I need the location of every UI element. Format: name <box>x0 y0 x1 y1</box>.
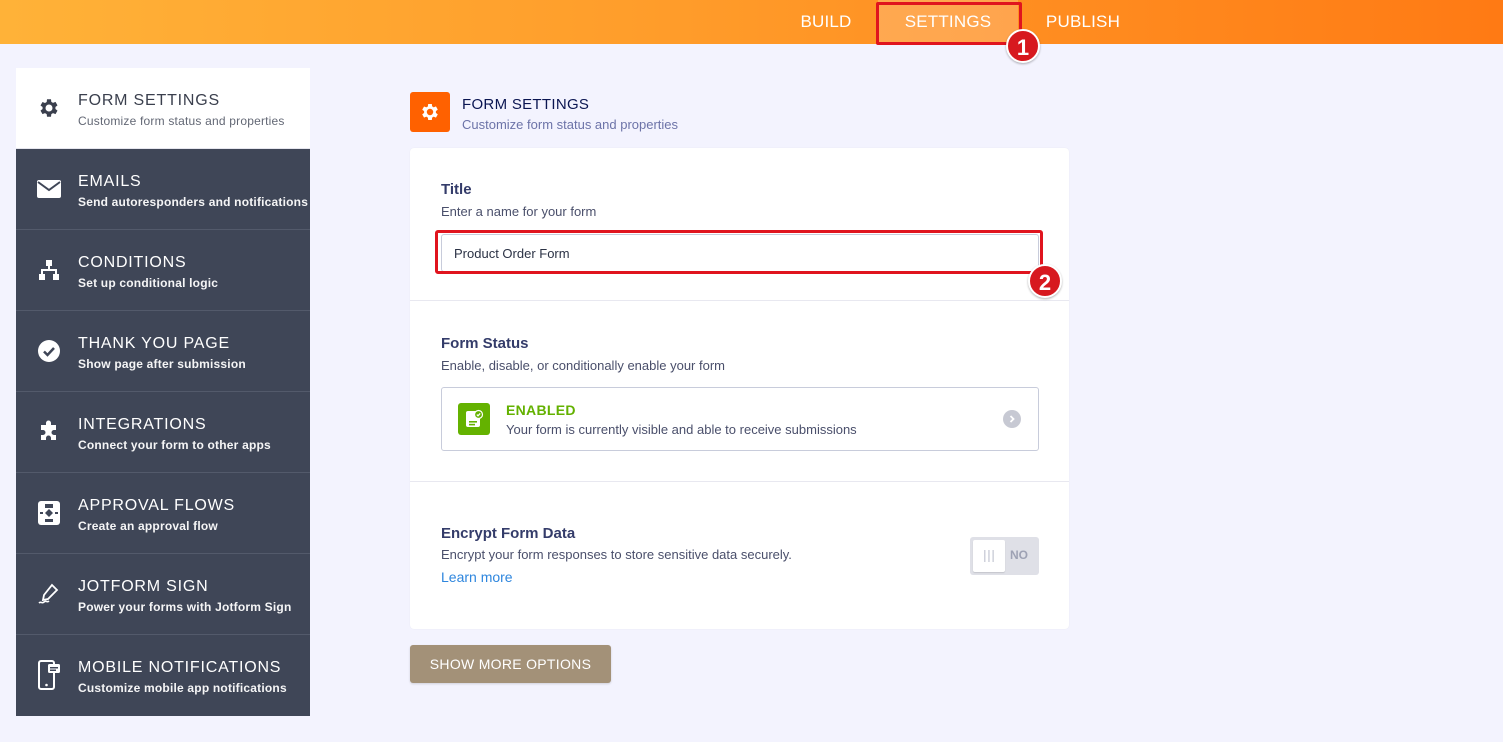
sidebar-item-integrations[interactable]: INTEGRATIONS Connect your form to other … <box>16 392 310 473</box>
encrypt-label: Encrypt Form Data <box>441 525 576 542</box>
sitemap-icon <box>36 257 62 283</box>
sidebar-item-subtitle: Power your forms with Jotform Sign <box>78 600 292 614</box>
show-more-options-button[interactable]: SHOW MORE OPTIONS <box>410 645 611 683</box>
check-circle-icon <box>36 338 62 364</box>
form-status-selector[interactable]: ENABLED Your form is currently visible a… <box>441 387 1039 451</box>
top-navigation-bar: BUILD SETTINGS PUBLISH <box>0 0 1503 44</box>
sidebar-item-title: JOTFORM SIGN <box>78 578 209 595</box>
step-badge-2: 2 <box>1028 264 1062 298</box>
tab-settings[interactable]: SETTINGS <box>878 0 1018 44</box>
sidebar-item-mobile-notifications[interactable]: MOBILE NOTIFICATIONS Customize mobile ap… <box>16 635 310 716</box>
page-subtitle: Customize form status and properties <box>462 117 679 132</box>
step-badge-1: 1 <box>1006 29 1040 63</box>
sidebar-item-title: FORM SETTINGS <box>78 92 220 109</box>
sidebar-item-conditions[interactable]: CONDITIONS Set up conditional logic <box>16 230 310 311</box>
toggle-state-label: NO <box>1010 548 1028 562</box>
sidebar-item-thank-you-page[interactable]: THANK YOU PAGE Show page after submissio… <box>16 311 310 392</box>
sidebar-item-subtitle: Customize form status and properties <box>78 114 285 128</box>
puzzle-icon <box>36 419 62 445</box>
sidebar-item-subtitle: Show page after submission <box>78 357 246 371</box>
page-title: FORM SETTINGS <box>462 96 590 113</box>
form-status-description: Enable, disable, or conditionally enable… <box>441 358 726 373</box>
title-description: Enter a name for your form <box>441 204 597 219</box>
status-title: ENABLED <box>506 402 576 418</box>
sidebar-item-form-settings[interactable]: FORM SETTINGS Customize form status and … <box>16 68 310 149</box>
gear-icon <box>36 95 62 121</box>
encrypt-description: Encrypt your form responses to store sen… <box>441 547 792 562</box>
sidebar-item-title: APPROVAL FLOWS <box>78 497 236 514</box>
sidebar-item-jotform-sign[interactable]: JOTFORM SIGN Power your forms with Jotfo… <box>16 554 310 635</box>
sidebar-item-emails[interactable]: EMAILS Send autoresponders and notificat… <box>16 149 310 230</box>
mobile-icon <box>36 660 62 690</box>
sidebar-item-title: EMAILS <box>78 173 142 190</box>
chevron-right-icon <box>1003 410 1021 428</box>
title-label: Title <box>441 181 472 198</box>
sidebar-item-title: INTEGRATIONS <box>78 416 207 433</box>
section-divider <box>410 481 1069 482</box>
envelope-icon <box>36 176 62 202</box>
sidebar-item-subtitle: Connect your form to other apps <box>78 438 271 452</box>
tab-publish[interactable]: PUBLISH <box>1036 0 1130 44</box>
flowchart-icon <box>36 500 62 526</box>
sidebar-item-subtitle: Set up conditional logic <box>78 276 219 290</box>
sidebar-item-subtitle: Send autoresponders and notifications <box>78 195 309 209</box>
section-divider <box>410 300 1069 301</box>
status-description: Your form is currently visible and able … <box>506 422 857 437</box>
sidebar: FORM SETTINGS Customize form status and … <box>0 44 310 742</box>
pen-sign-icon <box>36 581 62 607</box>
sidebar-menu: FORM SETTINGS Customize form status and … <box>16 68 310 716</box>
sidebar-item-subtitle: Create an approval flow <box>78 519 218 533</box>
sidebar-item-subtitle: Customize mobile app notifications <box>78 681 287 695</box>
tab-build[interactable]: BUILD <box>790 0 862 44</box>
gear-icon <box>410 92 450 132</box>
sidebar-item-title: MOBILE NOTIFICATIONS <box>78 659 282 676</box>
sidebar-item-title: THANK YOU PAGE <box>78 335 230 352</box>
toggle-knob[interactable] <box>973 540 1005 572</box>
sidebar-item-title: CONDITIONS <box>78 254 187 271</box>
form-enabled-icon <box>458 403 490 435</box>
settings-card: Title Enter a name for your form Form St… <box>410 148 1069 629</box>
sidebar-item-approval-flows[interactable]: APPROVAL FLOWS Create an approval flow <box>16 473 310 554</box>
learn-more-link[interactable]: Learn more <box>441 569 513 585</box>
form-status-label: Form Status <box>441 335 529 352</box>
encrypt-toggle[interactable]: NO <box>970 537 1039 575</box>
form-title-input[interactable] <box>441 234 1039 272</box>
